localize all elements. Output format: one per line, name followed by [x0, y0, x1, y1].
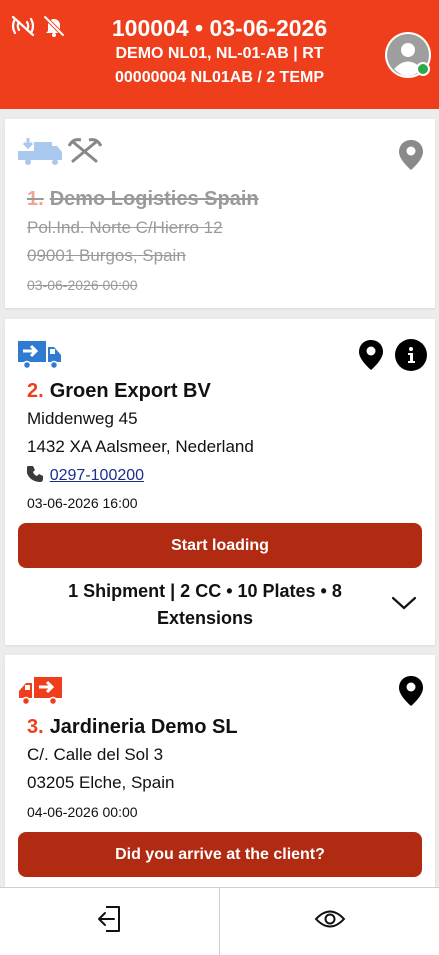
start-loading-button[interactable]: Start loading — [18, 523, 422, 568]
truck-delivery-icon — [18, 676, 62, 711]
truck-loading-icon — [18, 340, 62, 375]
stop-address-city: 03205 Elche, Spain — [27, 773, 175, 792]
phone-icon — [26, 465, 50, 484]
online-status-dot — [416, 62, 430, 76]
eye-icon — [314, 908, 346, 935]
trip-title: 100004 • 03-06-2026 — [111, 15, 328, 41]
stop-name: 2. Groen Export BV — [27, 380, 211, 402]
phone-link[interactable]: 0297-100200 — [50, 467, 144, 484]
tools-crossed-icon — [67, 137, 103, 170]
stop-datetime: 03-06-2026 00:00 — [27, 277, 138, 293]
shipment-summary: 1 Shipment | 2 CC • 10 Plates • 8 Extens… — [68, 581, 342, 628]
stop-card-2[interactable]: 2. Groen Export BV Middenweg 45 1432 XA A… — [5, 319, 435, 645]
stop-name: 3. Jardineria Demo SL — [27, 716, 238, 738]
stop-list[interactable]: 1. Demo Logistics Spain Pol.Ind. Norte C/… — [0, 109, 439, 887]
view-button[interactable] — [219, 888, 439, 955]
stop-datetime: 03-06-2026 16:00 — [27, 495, 138, 511]
stop-card-3[interactable]: 3. Jardineria Demo SL C/. Calle del Sol 3… — [5, 655, 435, 887]
stop-address-street: C/. Calle del Sol 3 — [27, 745, 164, 764]
vehicle-info: DEMO NL01, NL-01-AB | RT — [115, 45, 324, 62]
info-icon[interactable] — [395, 339, 427, 371]
logout-button[interactable] — [0, 888, 219, 955]
stop-name: 1. Demo Logistics Spain — [27, 188, 259, 210]
map-pin-icon[interactable] — [395, 675, 427, 707]
stop-phone[interactable]: 0297-100200 — [26, 464, 144, 487]
stop-address-city: 09001 Burgos, Spain — [27, 246, 186, 265]
nfc-signal-icon[interactable] — [10, 14, 36, 43]
stop-address-street: Middenweg 45 — [27, 409, 138, 428]
map-pin-icon[interactable] — [355, 339, 387, 371]
stop-address-street: Pol.Ind. Norte C/Hierro 12 — [27, 218, 223, 237]
arrive-at-client-button[interactable]: Did you arrive at the client? — [18, 832, 422, 877]
stop-card-1[interactable]: 1. Demo Logistics Spain Pol.Ind. Norte C/… — [5, 119, 435, 308]
trailer-info: 00000004 NL01AB / 2 TEMP — [115, 69, 324, 86]
map-pin-icon[interactable] — [395, 139, 427, 171]
app-header: 100004 • 03-06-2026 DEMO NL01, NL-01-AB … — [0, 0, 439, 109]
stop-datetime: 04-06-2026 00:00 — [27, 804, 138, 820]
truck-unloading-icon — [18, 136, 62, 171]
chevron-down-icon[interactable] — [390, 593, 418, 613]
bottom-toolbar — [0, 887, 439, 955]
logout-icon — [96, 904, 124, 939]
stop-address-city: 1432 XA Aalsmeer, Nederland — [27, 437, 254, 456]
